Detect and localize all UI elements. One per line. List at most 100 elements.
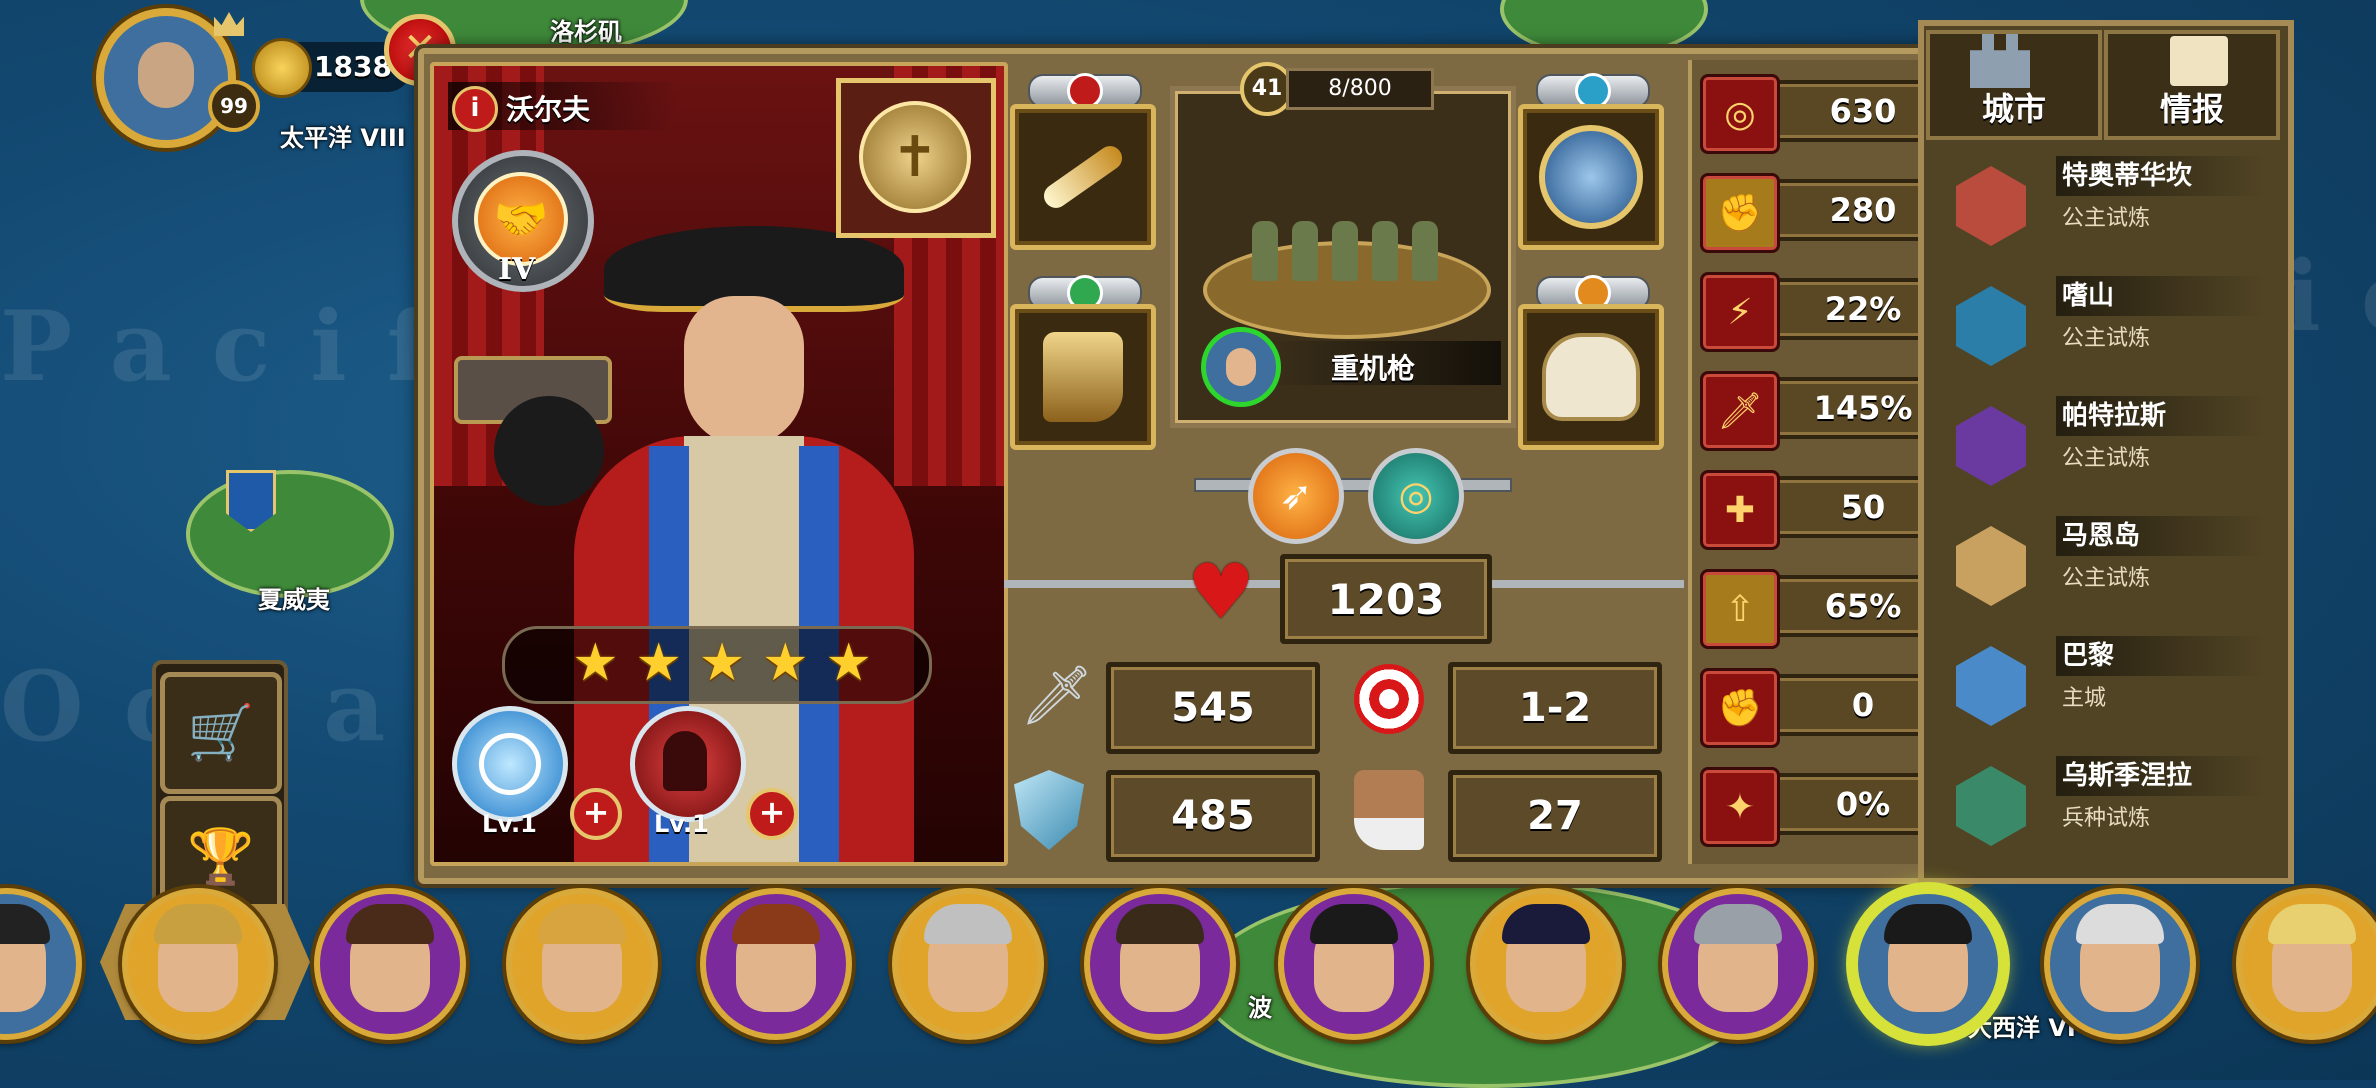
city-type: 兵种试炼 <box>2062 806 2151 831</box>
city-name: 乌斯季涅拉 <box>2056 756 2266 796</box>
city-name: 巴黎 <box>2056 636 2266 676</box>
hp-value: 1203 <box>1280 554 1492 644</box>
unit-name: 重机枪 <box>1331 352 1416 385</box>
weapon-slot-wing <box>1028 73 1142 109</box>
hero-hair <box>924 904 1012 944</box>
map-label-hawaii[interactable]: 夏威夷 <box>258 580 330 615</box>
hero-avatar[interactable] <box>2044 888 2196 1040</box>
medic-cross-icon: ✚ <box>1700 470 1780 550</box>
attribute-row[interactable]: ⇧ 65% <box>1700 569 1938 649</box>
skill-upgrade-plus-icon[interactable]: + <box>570 788 622 840</box>
hero-hair <box>1116 904 1204 944</box>
hero-avatar[interactable] <box>1278 888 1430 1040</box>
hero-avatar[interactable] <box>506 888 658 1040</box>
city-type: 公主试炼 <box>2062 566 2151 591</box>
unit-commander-avatar[interactable] <box>1201 327 1281 407</box>
city-emblem-icon <box>1956 286 2026 366</box>
range-target-icon <box>1354 664 1424 734</box>
hero-hair <box>1694 904 1782 944</box>
city-name: 嗜山 <box>2056 276 2266 316</box>
star-icon: ★ <box>698 633 746 693</box>
map-label-los-angeles[interactable]: 洛杉矶 <box>550 12 622 47</box>
city-list-item[interactable]: 乌斯季涅拉兵种试炼 <box>1956 748 2268 864</box>
attack-value: 545 <box>1106 662 1320 754</box>
hero-avatar[interactable] <box>1084 888 1236 1040</box>
tab-intel-label: 情报 <box>2159 90 2224 128</box>
attribute-row[interactable]: ✦ 0% <box>1700 767 1938 847</box>
city-list-item[interactable]: 巴黎主城 <box>1956 628 2268 744</box>
unit-display[interactable]: 重机枪 <box>1170 86 1516 428</box>
gold-coin-icon <box>252 38 312 98</box>
rank-up-icon: ⇧ <box>1700 569 1780 649</box>
skill-aim-icon[interactable] <box>452 706 568 822</box>
attribute-value: 65% <box>1824 587 1902 625</box>
fire-aura-icon: ✦ <box>1700 767 1780 847</box>
attribute-row[interactable]: ◎ 630 <box>1700 74 1938 154</box>
hero-rank-numeral: IV <box>498 252 536 287</box>
unit-soldiers <box>1245 221 1445 301</box>
tab-city-label: 城市 <box>1981 90 2046 128</box>
hero-hair <box>346 904 434 944</box>
lightning-burst-icon: ⚡ <box>1700 272 1780 352</box>
fist-fire-icon: ✊ <box>1700 668 1780 748</box>
blade-fire-icon: 🗡 <box>1700 371 1780 451</box>
target-tactic-icon[interactable]: ◎ <box>1368 448 1464 544</box>
attribute-row[interactable]: ✊ 0 <box>1700 668 1938 748</box>
shop-cart-button[interactable]: 🛒 <box>160 672 282 794</box>
hero-avatar-selected[interactable] <box>1852 888 2004 1040</box>
weapon-slot[interactable] <box>1010 104 1156 250</box>
hero-avatar[interactable] <box>892 888 1044 1040</box>
crit-target-icon: ◎ <box>1700 74 1780 154</box>
hero-glove <box>494 396 604 506</box>
hero-avatar[interactable] <box>700 888 852 1040</box>
city-list-item[interactable]: 特奥蒂华坎 公主试炼 <box>1956 148 2268 264</box>
scroll-quill-icon <box>2170 36 2228 86</box>
shield-equipment-icon <box>1539 125 1643 229</box>
star-icon: ★ <box>572 633 619 693</box>
hero-hair <box>538 904 626 944</box>
skill-upgrade-plus-icon-2[interactable]: + <box>746 788 798 840</box>
skill-2-level: Lv.1 <box>654 810 709 838</box>
attribute-row[interactable]: ✊ 280 <box>1700 173 1938 253</box>
city-name: 特奥蒂华坎 <box>2056 156 2266 196</box>
hero-avatar[interactable] <box>1662 888 1814 1040</box>
hero-avatar[interactable] <box>314 888 466 1040</box>
city-type: 公主试炼 <box>2062 446 2151 471</box>
city-list-item[interactable]: 嗜山 公主试炼 <box>1956 268 2268 384</box>
accessory-slot[interactable] <box>1518 304 1664 450</box>
star-icon: ★ <box>762 633 809 693</box>
city-list-item[interactable]: 马恩岛公主试炼 <box>1956 508 2268 624</box>
attribute-value: 50 <box>1840 488 1886 526</box>
hero-medal-slot[interactable]: ✝ <box>836 78 996 238</box>
crosshair-icon <box>479 733 541 795</box>
map-label-pacific-viii[interactable]: 太平洋 VIII <box>280 118 406 153</box>
city-type: 主城 <box>2062 686 2107 711</box>
boots-slot[interactable] <box>1010 304 1156 450</box>
attribute-value: 0 <box>1851 686 1875 724</box>
attribute-row[interactable]: ⚡ 22% <box>1700 272 1938 352</box>
hero-avatar[interactable] <box>1470 888 1622 1040</box>
arrows-tactic-icon[interactable]: ➶ <box>1248 448 1344 544</box>
tactic-rope <box>1194 478 1512 492</box>
shield-slot[interactable] <box>1518 104 1664 250</box>
skill-helmet-icon[interactable] <box>630 706 746 822</box>
shield-slot-wing <box>1536 73 1650 109</box>
city-list-item[interactable]: 帕特拉斯公主试炼 <box>1956 388 2268 504</box>
power-fist-icon: ✊ <box>1700 173 1780 253</box>
heart-icon: ♥ <box>1186 547 1256 636</box>
hero-avatar[interactable] <box>2236 888 2376 1040</box>
attribute-row[interactable]: 🗡 145% <box>1700 371 1938 451</box>
hero-avatar[interactable] <box>122 888 274 1040</box>
attribute-row[interactable]: ✚ 50 <box>1700 470 1938 550</box>
unit-exp: 8/800 <box>1286 68 1434 110</box>
sword-equipment-icon <box>1039 141 1127 213</box>
attribute-value: 22% <box>1824 290 1902 328</box>
avatar-face <box>138 42 194 108</box>
city-emblem-icon <box>1956 526 2026 606</box>
city-name: 马恩岛 <box>2056 516 2266 556</box>
attribute-value: 630 <box>1829 92 1897 130</box>
city-name: 帕特拉斯 <box>2056 396 2266 436</box>
info-icon[interactable]: i <box>452 86 498 132</box>
sword-medal-icon: ✝ <box>859 101 971 213</box>
city-emblem-icon <box>1956 766 2026 846</box>
